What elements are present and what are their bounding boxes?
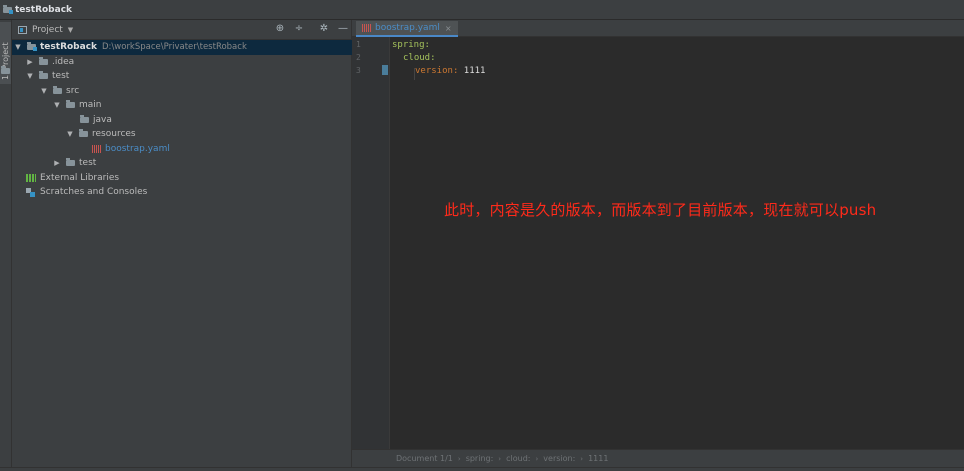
project-tool-tab-label: 1: Project (1, 42, 10, 80)
tree-item-external-libraries[interactable]: External Libraries (12, 171, 352, 186)
expand-arrow-icon[interactable]: ▼ (24, 72, 36, 80)
breadcrumb-item[interactable]: 1111 (588, 454, 608, 463)
editor-tab-boostrap-yaml[interactable]: boostrap.yaml × (356, 21, 458, 37)
breadcrumb-item[interactable]: Document 1/1 (396, 454, 453, 463)
module-path: D:\workSpace\Privater\testRoback (102, 42, 247, 53)
tree-item-java[interactable]: java (12, 113, 352, 128)
line-number: 2 (356, 53, 361, 62)
project-folder-icon (3, 4, 13, 14)
left-tool-strip: 1: Project (0, 20, 12, 471)
module-folder-icon (27, 42, 37, 52)
folder-icon (39, 56, 48, 65)
breadcrumb-item[interactable]: cloud: (506, 454, 530, 463)
tree-item-label: test (79, 158, 97, 169)
project-tool-tab[interactable]: 1: Project (0, 22, 11, 84)
collapsed-arrow-icon[interactable]: ▶ (24, 58, 36, 66)
folder-icon (80, 114, 89, 123)
project-tree: ▼ testRoback D:\workSpace\Privater\testR… (12, 40, 352, 200)
folder-icon (66, 100, 75, 109)
tree-item-label: main (79, 100, 102, 111)
folder-icon (66, 158, 75, 167)
project-panel-tools: ⊕ ÷ ✲ — (274, 23, 349, 34)
breadcrumb-item[interactable]: version: (543, 454, 575, 463)
folder-icon (79, 129, 88, 138)
project-panel-header: Project ▼ ⊕ ÷ ✲ — (12, 20, 351, 40)
folder-icon (39, 71, 48, 80)
project-view-icon (18, 25, 27, 34)
tree-item-label: resources (92, 129, 136, 140)
breadcrumb-separator: › (498, 454, 502, 463)
line-number: 3 (356, 66, 361, 75)
tree-item-resources[interactable]: ▼ resources (12, 127, 352, 142)
code-area[interactable]: spring: cloud: version: 1111 (390, 37, 964, 455)
expand-arrow-icon[interactable]: ▼ (38, 87, 50, 95)
library-icon (26, 173, 36, 182)
tree-item-label: boostrap.yaml (105, 143, 170, 154)
close-icon[interactable]: × (445, 24, 452, 33)
breadcrumb-item[interactable]: spring: (466, 454, 494, 463)
tree-item-test-dir[interactable]: ▶ test (12, 156, 352, 171)
yaml-file-icon (362, 24, 371, 32)
expand-arrow-icon[interactable]: ▼ (51, 101, 63, 109)
line-gutter: 1 2 3 (352, 37, 390, 455)
editor-tab-bar: boostrap.yaml × (352, 20, 964, 37)
folder-icon (53, 85, 62, 94)
structure-folder-icon[interactable] (1, 66, 10, 74)
collapsed-arrow-icon[interactable]: ▶ (51, 159, 63, 167)
collapse-icon[interactable]: ÷ (293, 23, 305, 34)
gear-icon[interactable]: ✲ (318, 23, 330, 34)
tree-item-label: test (52, 71, 70, 82)
line-number: 1 (356, 40, 361, 49)
expand-arrow-icon[interactable]: ▼ (64, 130, 76, 138)
tree-item-label: External Libraries (40, 172, 120, 183)
tree-item-scratches[interactable]: Scratches and Consoles (12, 185, 352, 200)
tree-item-idea[interactable]: ▶ .idea (12, 55, 352, 70)
yaml-file-icon (92, 144, 101, 153)
tree-item-label: java (93, 114, 112, 125)
project-view-selector[interactable]: Project (32, 25, 63, 35)
breadcrumb-separator: › (457, 454, 461, 463)
tree-item-testroback[interactable]: ▼ testRoback D:\workSpace\Privater\testR… (12, 40, 352, 55)
tree-item-boostrap-yaml[interactable]: boostrap.yaml (12, 142, 352, 157)
tree-item-label: .idea (52, 56, 75, 67)
code-line-3: version: 1111 (415, 66, 486, 76)
project-panel: Project ▼ ⊕ ÷ ✲ — ▼ testRoback D:\workSp… (12, 20, 352, 471)
hide-icon[interactable]: — (337, 23, 349, 34)
change-marker-icon[interactable] (382, 65, 388, 75)
breadcrumb: Document 1/1 › spring: › cloud: › versio… (352, 449, 964, 467)
expand-arrow-icon[interactable]: ▼ (12, 43, 24, 51)
window-title: testRoback (15, 4, 73, 15)
breadcrumb-separator: › (580, 454, 584, 463)
locate-icon[interactable]: ⊕ (274, 23, 286, 34)
tree-item-test[interactable]: ▼ test (12, 69, 352, 84)
code-line-1: spring: (392, 40, 430, 50)
status-bar (0, 467, 964, 471)
title-bar: testRoback (0, 0, 964, 20)
breadcrumb-separator: › (535, 454, 539, 463)
editor-pane: boostrap.yaml × 1 2 3 spring: cloud: ver… (352, 20, 964, 471)
tree-item-label: testRoback (40, 42, 98, 53)
editor-tab-label: boostrap.yaml (375, 23, 440, 33)
tree-item-label: Scratches and Consoles (40, 187, 148, 198)
chevron-down-icon[interactable]: ▼ (68, 26, 73, 34)
code-line-2: cloud: (403, 53, 436, 63)
tree-item-label: src (66, 85, 80, 96)
tree-item-src[interactable]: ▼ src (12, 84, 352, 99)
scratches-icon (26, 187, 36, 197)
annotation-text: 此时，内容是久的版本，而版本到了目前版本，现在就可以push (444, 201, 877, 219)
tree-item-main[interactable]: ▼ main (12, 98, 352, 113)
